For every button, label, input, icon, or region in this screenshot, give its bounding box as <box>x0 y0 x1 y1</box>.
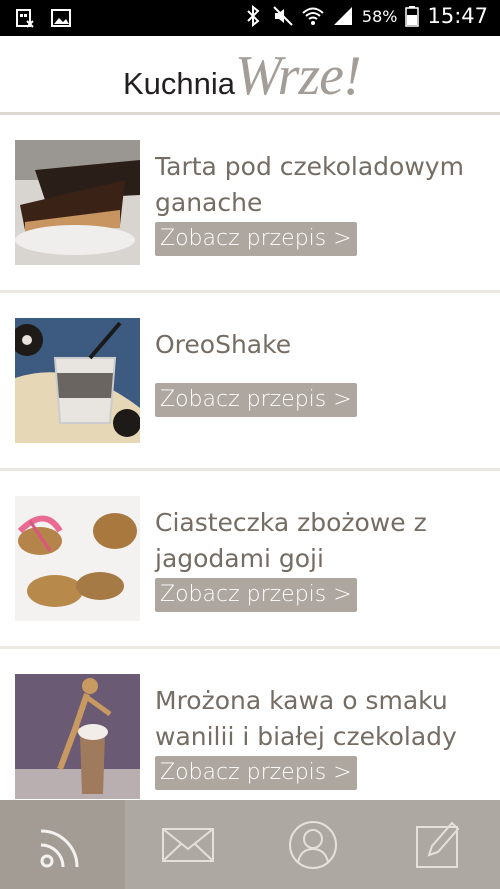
recipe-thumbnail[interactable] <box>15 674 140 799</box>
edit-icon[interactable] <box>414 819 462 871</box>
nav-mail[interactable] <box>125 800 250 889</box>
bluetooth-icon <box>247 5 260 27</box>
storage-icon <box>16 9 34 28</box>
recipe-item[interactable]: OreoShake Zobacz przepis > <box>0 293 500 471</box>
battery-percent: 58% <box>361 6 398 26</box>
recipe-title[interactable]: Tarta pod czekoladowym ganache <box>155 149 485 221</box>
rss-icon[interactable] <box>37 819 89 871</box>
wifi-icon <box>302 7 324 25</box>
recipe-list[interactable]: Tarta pod czekoladowym ganache Zobacz pr… <box>0 115 500 800</box>
clock: 15:47 <box>427 4 488 28</box>
mail-icon[interactable] <box>161 827 215 863</box>
recipe-thumbnail[interactable] <box>15 140 140 265</box>
view-recipe-button[interactable]: Zobacz przepis > <box>155 756 357 790</box>
image-icon <box>51 9 71 27</box>
view-recipe-button[interactable]: Zobacz przepis > <box>155 222 357 256</box>
recipe-thumbnail[interactable] <box>15 318 140 443</box>
battery-icon <box>405 6 420 27</box>
recipe-title[interactable]: Ciasteczka zbożowe z jagodami goji <box>155 505 485 577</box>
recipe-title[interactable]: Mrożona kawa o smaku wanilii i białej cz… <box>155 683 485 755</box>
status-bar: 58% 15:47 <box>0 0 500 36</box>
signal-icon <box>333 7 352 25</box>
bottom-nav <box>0 800 500 889</box>
recipe-title[interactable]: OreoShake <box>155 327 485 363</box>
recipe-item[interactable]: Mrożona kawa o smaku wanilii i białej cz… <box>0 649 500 800</box>
app-logo: Kuchnia Wrze! <box>123 44 362 107</box>
logo-text-part1: Kuchnia <box>123 66 236 101</box>
app-header: Kuchnia Wrze! <box>0 36 500 115</box>
nav-rss[interactable] <box>0 800 125 889</box>
recipe-item[interactable]: Ciasteczka zbożowe z jagodami goji Zobac… <box>0 471 500 649</box>
view-recipe-button[interactable]: Zobacz przepis > <box>155 578 357 612</box>
recipe-item[interactable]: Tarta pod czekoladowym ganache Zobacz pr… <box>0 115 500 293</box>
recipe-thumbnail[interactable] <box>15 496 140 621</box>
mute-icon <box>273 6 293 26</box>
view-recipe-button[interactable]: Zobacz przepis > <box>155 383 357 417</box>
logo-text-part2: Wrze! <box>235 45 362 107</box>
profile-icon[interactable] <box>287 819 339 871</box>
nav-edit[interactable] <box>375 800 500 889</box>
nav-profile[interactable] <box>250 800 375 889</box>
